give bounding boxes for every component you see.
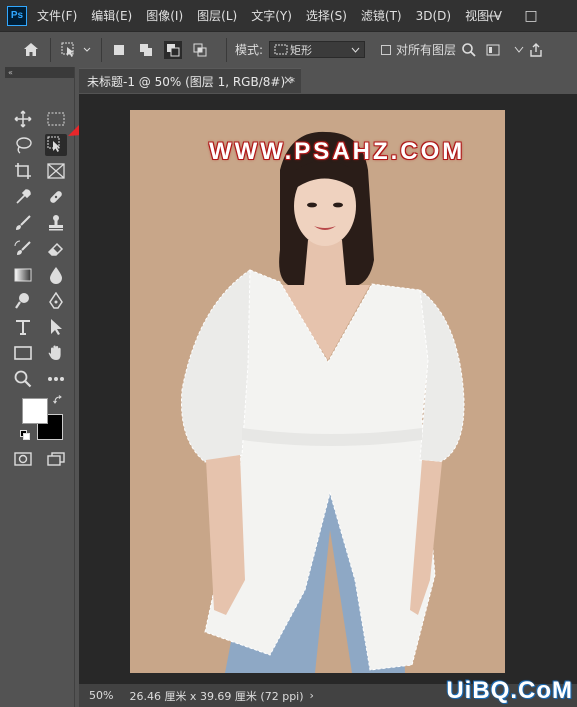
gradient-tool-icon[interactable] (12, 264, 34, 286)
tools-panel: « (5, 67, 75, 707)
clone-stamp-tool-icon[interactable] (45, 212, 67, 234)
close-tab-icon[interactable]: × (283, 73, 293, 87)
sample-all-layers-label: 对所有图层 (396, 43, 457, 57)
minimize-button[interactable]: — (478, 0, 510, 31)
select-subject-icon[interactable] (484, 44, 502, 56)
screen-mode-icon[interactable] (45, 448, 67, 470)
default-colors-icon[interactable] (20, 429, 30, 440)
move-tool-icon[interactable] (12, 108, 34, 130)
swap-colors-icon[interactable] (53, 394, 63, 404)
canvas-area[interactable]: WWW.PSAHZ.COM (79, 94, 577, 684)
mode-dropdown[interactable]: 矩形 (269, 41, 366, 58)
quick-mask-icon[interactable] (12, 448, 34, 470)
healing-brush-tool-icon[interactable] (45, 186, 67, 208)
menu-image[interactable]: 图像(I) (146, 7, 183, 24)
hand-tool-icon[interactable] (45, 342, 67, 364)
new-selection-icon[interactable] (110, 41, 128, 59)
history-brush-tool-icon[interactable] (12, 238, 34, 260)
lasso-tool-icon[interactable] (12, 134, 34, 156)
separator (101, 37, 102, 62)
document-tab-title: 未标题-1 @ 50% (图层 1, RGB/8#) * (87, 74, 295, 89)
zoom-tool-icon[interactable] (12, 368, 34, 390)
photoshop-logo: Ps (7, 5, 27, 26)
rectangle-mode-icon (274, 44, 288, 55)
more-tools-icon[interactable] (45, 368, 67, 390)
eyedropper-tool-icon[interactable] (12, 186, 34, 208)
eraser-tool-icon[interactable] (45, 238, 67, 260)
frame-tool-icon[interactable] (45, 160, 67, 182)
document-info-arrow[interactable]: › (310, 689, 314, 702)
canvas-image[interactable]: WWW.PSAHZ.COM (130, 110, 505, 673)
mode-value: 矩形 (290, 43, 313, 57)
rectangle-tool-icon[interactable] (12, 342, 34, 364)
zoom-level[interactable]: 50% (89, 689, 113, 702)
subtract-from-selection-icon[interactable] (164, 40, 182, 59)
select-and-mask-icon[interactable] (512, 44, 526, 56)
intersect-selection-icon[interactable] (191, 41, 209, 59)
mode-label: 模式: (235, 43, 264, 57)
menu-layer[interactable]: 图层(L) (197, 7, 237, 24)
chevron-down-icon (351, 47, 360, 53)
maximize-button[interactable]: □ (515, 0, 547, 31)
menu-edit[interactable]: 编辑(E) (91, 7, 132, 24)
blur-tool-icon[interactable] (45, 264, 67, 286)
dodge-tool-icon[interactable] (12, 290, 34, 312)
document-tab[interactable]: 未标题-1 @ 50% (图层 1, RGB/8#) * × (79, 68, 301, 93)
document-info: 26.46 厘米 x 39.69 厘米 (72 ppi) (129, 689, 304, 703)
type-tool-icon[interactable] (12, 316, 34, 338)
menu-bar: Ps 文件(F) 编辑(E) 图像(I) 图层(L) 文字(Y) 选择(S) 滤… (0, 0, 577, 31)
separator (50, 37, 51, 62)
menu-type[interactable]: 文字(Y) (251, 7, 292, 24)
menu-select[interactable]: 选择(S) (306, 7, 347, 24)
menu-filter[interactable]: 滤镜(T) (361, 7, 402, 24)
add-to-selection-icon[interactable] (137, 41, 155, 59)
collapse-toolbar-button[interactable]: « (5, 67, 74, 78)
object-select-tool-preset-icon[interactable] (59, 42, 93, 58)
search-icon[interactable] (460, 42, 478, 57)
menu-file[interactable]: 文件(F) (37, 7, 77, 24)
brush-tool-icon[interactable] (12, 212, 34, 234)
corner-watermark: UiBQ.CoM (446, 677, 573, 704)
sample-all-layers-checkbox[interactable] (381, 44, 392, 55)
foreground-color-swatch[interactable] (22, 398, 48, 424)
options-bar: 模式: 矩形 对所有图层 (0, 31, 577, 67)
separator (226, 37, 227, 62)
site-watermark: WWW.PSAHZ.COM (209, 138, 466, 165)
home-icon[interactable] (20, 42, 42, 57)
menu-3d[interactable]: 3D(D) (416, 9, 451, 23)
path-selection-tool-icon[interactable] (45, 316, 67, 338)
share-icon[interactable] (528, 42, 544, 57)
pen-tool-icon[interactable] (45, 290, 67, 312)
crop-tool-icon[interactable] (12, 160, 34, 182)
portrait-illustration (130, 110, 505, 673)
